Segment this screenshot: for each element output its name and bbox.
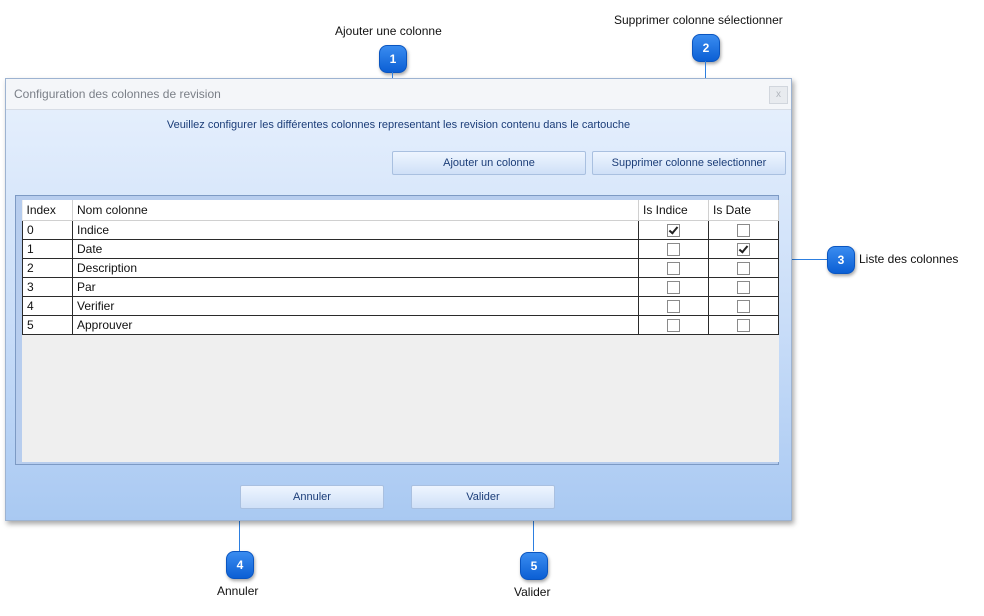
title-bar: Configuration des colonnes de revision x [6, 79, 791, 110]
cell-index[interactable]: 1 [22, 239, 73, 259]
is-date-checkbox[interactable] [737, 224, 750, 238]
cell-is-indice [638, 315, 709, 335]
cell-is-date [708, 277, 779, 297]
table-row[interactable]: 0 Indice [22, 220, 779, 240]
cell-index[interactable]: 2 [22, 258, 73, 278]
cell-is-date [708, 220, 779, 240]
table-row[interactable]: 4 Verifier [22, 296, 779, 316]
callout-badge-3: 3 [827, 246, 855, 274]
cell-is-date [708, 239, 779, 259]
table-row[interactable]: 1 Date [22, 239, 779, 259]
dialog-title: Configuration des colonnes de revision [14, 87, 221, 101]
cell-column-name[interactable]: Par [72, 277, 639, 297]
close-button[interactable]: x [769, 86, 788, 104]
cell-index[interactable]: 3 [22, 277, 73, 297]
revision-columns-dialog: Configuration des colonnes de revision x… [5, 78, 792, 521]
columns-grid-panel: Index Nom colonne Is Indice Is Date 0 In… [15, 195, 779, 465]
is-indice-checkbox[interactable] [667, 319, 680, 333]
instructions-text: Veuillez configurer les différentes colo… [166, 119, 631, 131]
is-indice-checkbox[interactable] [667, 281, 680, 295]
cell-is-indice [638, 258, 709, 278]
table-row[interactable]: 3 Par [22, 277, 779, 297]
cell-column-name[interactable]: Description [72, 258, 639, 278]
cell-is-indice [638, 239, 709, 259]
cell-index[interactable]: 5 [22, 315, 73, 335]
table-row[interactable]: 2 Description [22, 258, 779, 278]
callout-badge-1: 1 [379, 45, 407, 73]
cell-column-name[interactable]: Date [72, 239, 639, 259]
cell-index[interactable]: 0 [22, 220, 73, 240]
cell-is-indice [638, 296, 709, 316]
header-row: Index Nom colonne Is Indice Is Date [22, 200, 779, 221]
is-indice-checkbox[interactable] [667, 300, 680, 314]
cancel-button[interactable]: Annuler [240, 485, 384, 509]
is-date-checkbox[interactable] [737, 281, 750, 295]
callout-label-add-column: Ajouter une colonne [335, 24, 442, 38]
callout-badge-2: 2 [692, 34, 720, 62]
columns-table: Index Nom colonne Is Indice Is Date 0 In… [22, 200, 779, 335]
callout-badge-5: 5 [520, 552, 548, 580]
cell-column-name[interactable]: Indice [72, 220, 639, 240]
remove-column-button[interactable]: Supprimer colonne selectionner [592, 151, 786, 175]
table-row[interactable]: 5 Approuver [22, 315, 779, 335]
header-is-date[interactable]: Is Date [708, 200, 779, 221]
callout-label-remove-column: Supprimer colonne sélectionner [614, 13, 783, 27]
is-date-checkbox[interactable] [737, 243, 750, 257]
callout-badge-4: 4 [226, 551, 254, 579]
is-date-checkbox[interactable] [737, 262, 750, 276]
cell-is-indice [638, 220, 709, 240]
validate-button[interactable]: Valider [411, 485, 555, 509]
cell-is-date [708, 258, 779, 278]
callout-label-column-list: Liste des colonnes [859, 252, 959, 266]
cell-index[interactable]: 4 [22, 296, 73, 316]
callout-label-cancel: Annuler [217, 584, 259, 598]
is-date-checkbox[interactable] [737, 300, 750, 314]
is-indice-checkbox[interactable] [667, 262, 680, 276]
cell-is-date [708, 315, 779, 335]
callout-label-validate: Valider [514, 585, 551, 599]
is-indice-checkbox[interactable] [667, 243, 680, 257]
columns-grid: Index Nom colonne Is Indice Is Date 0 In… [22, 200, 779, 462]
cell-column-name[interactable]: Verifier [72, 296, 639, 316]
add-column-button[interactable]: Ajouter un colonne [392, 151, 586, 175]
header-is-indice[interactable]: Is Indice [638, 200, 709, 221]
cell-is-indice [638, 277, 709, 297]
cell-column-name[interactable]: Approuver [72, 315, 639, 335]
is-indice-checkbox[interactable] [667, 224, 680, 238]
cell-is-date [708, 296, 779, 316]
is-date-checkbox[interactable] [737, 319, 750, 333]
header-index[interactable]: Index [22, 200, 73, 221]
header-column-name[interactable]: Nom colonne [72, 200, 639, 221]
